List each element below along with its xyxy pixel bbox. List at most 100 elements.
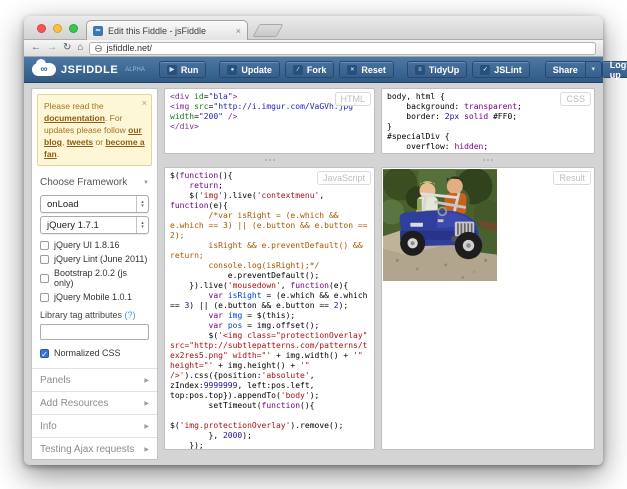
help-link[interactable]: (?) [125, 310, 136, 320]
row-resize-grip[interactable] [480, 158, 496, 162]
update-label: Update [241, 64, 272, 75]
tab-close-icon[interactable]: × [236, 26, 241, 36]
collapse-chevron-icon: ▼ [143, 179, 149, 186]
browser-window: ∞ Edit this Fiddle - jsFiddle × ← → ↻ ⌂ … [24, 16, 627, 465]
js-editor-panel[interactable]: JavaScript $(function(){ return; $('img'… [164, 167, 375, 450]
jslint-button[interactable]: ✓ JSLint [472, 61, 530, 78]
share-button[interactable]: Share [544, 61, 586, 78]
jslint-label: JSLint [494, 64, 522, 75]
reload-icon[interactable]: ↻ [63, 43, 71, 53]
browser-tab[interactable]: ∞ Edit this Fiddle - jsFiddle × [86, 20, 248, 40]
minimize-window-button[interactable] [53, 24, 62, 33]
library-tag-attributes-label: Library tag attributes (?) [40, 310, 136, 320]
checkbox-label: jQuery Lint (June 2011) [54, 254, 148, 264]
choose-framework-header[interactable]: Choose Framework ▼ [32, 171, 157, 192]
back-icon[interactable]: ← [31, 43, 41, 53]
pencil-icon: ∕ [292, 64, 303, 75]
result-panel: Result [381, 167, 595, 450]
workspace: × Please read the documentation. For upda… [24, 83, 603, 465]
cloud-logo-icon [32, 59, 56, 76]
tab-title: Edit this Fiddle - jsFiddle [108, 25, 207, 36]
js-code[interactable]: $(function(){ return; $('img').live('con… [165, 168, 374, 449]
result-panel-badge: Result [553, 171, 591, 185]
section-label: Info [40, 420, 57, 432]
tidyup-button[interactable]: ≡ TidyUp [406, 61, 468, 78]
dot-icon: ● [227, 64, 238, 75]
checkbox-label: Bootstrap 2.0.2 (js only) [54, 268, 128, 288]
jsfiddle-favicon-icon: ∞ [93, 25, 103, 36]
jsfiddle-logo[interactable]: JSFIDDLE ALPHA [32, 59, 145, 76]
css-editor-panel[interactable]: CSS body, html { background: transparent… [381, 88, 595, 154]
library-tag-attributes-input[interactable] [40, 324, 149, 340]
share-dropdown-caret-icon[interactable]: ▾ [585, 61, 602, 78]
choose-framework-label: Choose Framework [40, 177, 128, 188]
url-text: jsfiddle.net/ [106, 43, 152, 53]
check-icon: ✓ [480, 64, 491, 75]
run-button[interactable]: ▶ Run [158, 61, 207, 78]
checkbox-jquery-ui[interactable]: jQuery UI 1.8.16 [32, 238, 157, 252]
select-stepper-icon: ▴ ▾ [136, 217, 148, 233]
chevron-right-icon: ▶ [144, 423, 149, 430]
checked-checkbox-icon[interactable]: ✓ [40, 348, 49, 359]
notice-text: Please read the [44, 101, 104, 111]
sidebar-item-testing-ajax[interactable]: Testing Ajax requests ▶ [32, 438, 157, 459]
reset-button[interactable]: × Reset [339, 61, 394, 78]
login-label: Login/Sign up [609, 59, 627, 80]
documentation-link[interactable]: documentation [44, 113, 105, 123]
forward-icon[interactable]: → [47, 43, 57, 53]
reset-label: Reset [361, 64, 386, 75]
framework-version-select[interactable]: jQuery 1.7.1 ▴ ▾ [40, 216, 149, 234]
x-icon: × [347, 64, 358, 75]
sidebar-item-panels[interactable]: Panels ▶ [32, 369, 157, 392]
onload-select[interactable]: onLoad ▴ ▾ [40, 195, 149, 213]
sidebar-item-add-resources[interactable]: Add Resources ▶ [32, 392, 157, 415]
checkbox-icon[interactable] [40, 292, 49, 302]
js-panel-badge: JavaScript [316, 171, 371, 185]
notice-close-icon[interactable]: × [142, 97, 147, 109]
normalized-css-checkbox[interactable]: ✓ Normalized CSS [32, 342, 157, 360]
sidebar: × Please read the documentation. For upda… [31, 88, 158, 460]
notice-box: × Please read the documentation. For upda… [37, 94, 152, 166]
section-label: Panels [40, 374, 71, 386]
checkbox-bootstrap[interactable]: Bootstrap 2.0.2 (js only) [32, 266, 157, 290]
checkbox-icon[interactable] [40, 240, 49, 250]
url-bar[interactable]: jsfiddle.net/ [89, 41, 596, 55]
tweets-link[interactable]: tweets [67, 137, 93, 147]
html-panel-badge: HTML [334, 92, 371, 106]
close-window-button[interactable] [37, 24, 46, 33]
logo-text: JSFIDDLE [61, 63, 119, 76]
checkbox-jquery-mobile[interactable]: jQuery Mobile 1.0.1 [32, 290, 157, 304]
titlebar: ∞ Edit this Fiddle - jsFiddle × [24, 16, 603, 40]
chevron-right-icon: ▶ [144, 446, 149, 453]
checkbox-label: jQuery Mobile 1.0.1 [54, 292, 133, 302]
fork-label: Fork [306, 64, 327, 75]
section-label: Add Resources [40, 397, 109, 409]
section-label: Testing Ajax requests [40, 443, 135, 455]
fork-button[interactable]: ∕ Fork [284, 61, 335, 78]
zoom-window-button[interactable] [69, 24, 78, 33]
run-label: Run [180, 64, 199, 75]
new-tab-button[interactable] [252, 24, 284, 37]
window-controls [37, 24, 78, 33]
select-stepper-icon: ▴ ▾ [136, 196, 148, 212]
checkbox-jquery-lint[interactable]: jQuery Lint (June 2011) [32, 252, 157, 266]
row-resize-grip[interactable] [262, 158, 278, 162]
screenshot: ∞ Edit this Fiddle - jsFiddle × ← → ↻ ⌂ … [0, 0, 627, 489]
checkbox-icon[interactable] [40, 273, 49, 283]
css-panel-badge: CSS [560, 92, 591, 106]
chevron-right-icon: ▶ [144, 377, 149, 384]
lines-icon: ≡ [414, 64, 425, 75]
share-label: Share [552, 64, 578, 75]
chevron-right-icon: ▶ [144, 400, 149, 407]
logo-alpha-badge: ALPHA [125, 66, 145, 73]
html-editor-panel[interactable]: HTML <div id="bla"> <img src="http://i.i… [164, 88, 375, 154]
normalized-css-label: Normalized CSS [54, 348, 121, 358]
framework-select-value: jQuery 1.7.1 [47, 219, 99, 231]
play-icon: ▶ [166, 64, 177, 75]
home-icon[interactable]: ⌂ [77, 43, 83, 53]
update-button[interactable]: ● Update [219, 61, 280, 78]
sidebar-item-info[interactable]: Info ▶ [32, 415, 157, 438]
checkbox-icon[interactable] [40, 254, 49, 264]
login-signup-button[interactable]: Login/Sign up [601, 59, 627, 80]
result-image[interactable] [383, 169, 497, 281]
